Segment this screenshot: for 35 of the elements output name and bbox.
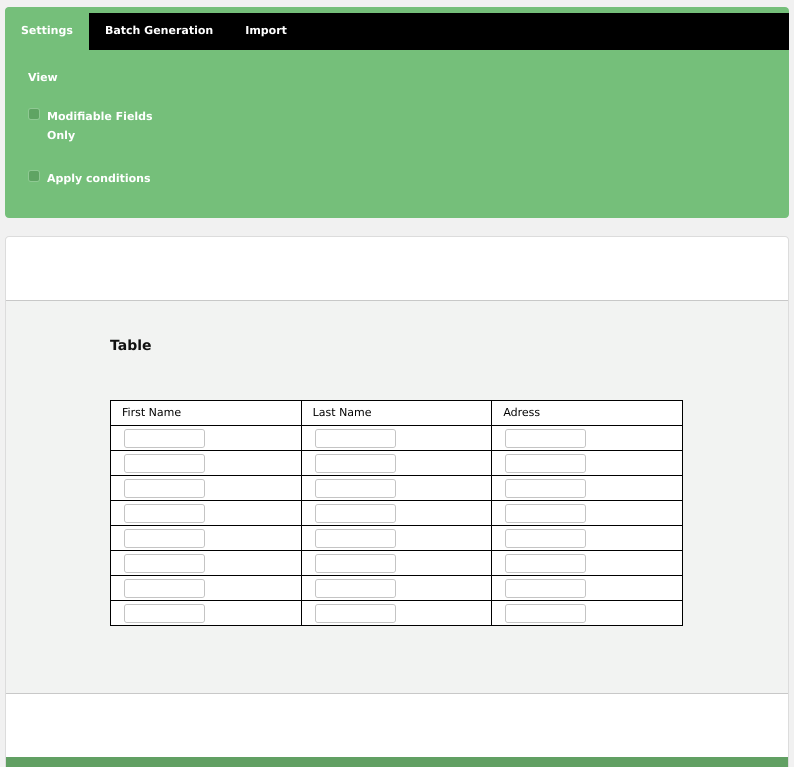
- input-field[interactable]: [314, 554, 396, 572]
- input-field[interactable]: [124, 428, 205, 448]
- input-field[interactable]: [124, 504, 205, 522]
- input-field[interactable]: [124, 578, 205, 598]
- column-header: Adress: [492, 400, 682, 426]
- input-field[interactable]: [505, 454, 586, 472]
- input-field[interactable]: [314, 504, 396, 522]
- checkbox[interactable]: [28, 170, 40, 182]
- input-field[interactable]: [314, 454, 396, 472]
- column-header: First Name: [110, 400, 302, 426]
- input-field[interactable]: [124, 528, 205, 548]
- column-header: Last Name: [301, 400, 492, 426]
- input-field[interactable]: [124, 478, 205, 498]
- section-heading: View: [28, 70, 59, 86]
- checkbox[interactable]: [28, 108, 40, 120]
- input-field[interactable]: [314, 528, 396, 548]
- checkbox-label: Modifiable Fields Only: [47, 108, 154, 144]
- input-field[interactable]: [124, 554, 205, 572]
- tab[interactable]: Import: [229, 13, 303, 50]
- input-field[interactable]: [505, 504, 586, 522]
- input-field[interactable]: [505, 528, 586, 548]
- input-field[interactable]: [124, 454, 205, 472]
- input-field[interactable]: [124, 604, 205, 622]
- input-field[interactable]: [505, 578, 586, 598]
- input-field[interactable]: [314, 604, 396, 622]
- tab[interactable]: Batch Generation: [88, 13, 230, 50]
- input-field[interactable]: [314, 428, 396, 448]
- input-field[interactable]: [314, 478, 396, 498]
- table-title: Table: [110, 337, 153, 356]
- input-field[interactable]: [505, 604, 586, 622]
- checkbox-label: Apply conditions: [47, 170, 152, 186]
- input-field[interactable]: [505, 478, 586, 498]
- input-field[interactable]: [314, 578, 396, 598]
- input-field[interactable]: [505, 428, 586, 448]
- input-field[interactable]: [505, 554, 586, 572]
